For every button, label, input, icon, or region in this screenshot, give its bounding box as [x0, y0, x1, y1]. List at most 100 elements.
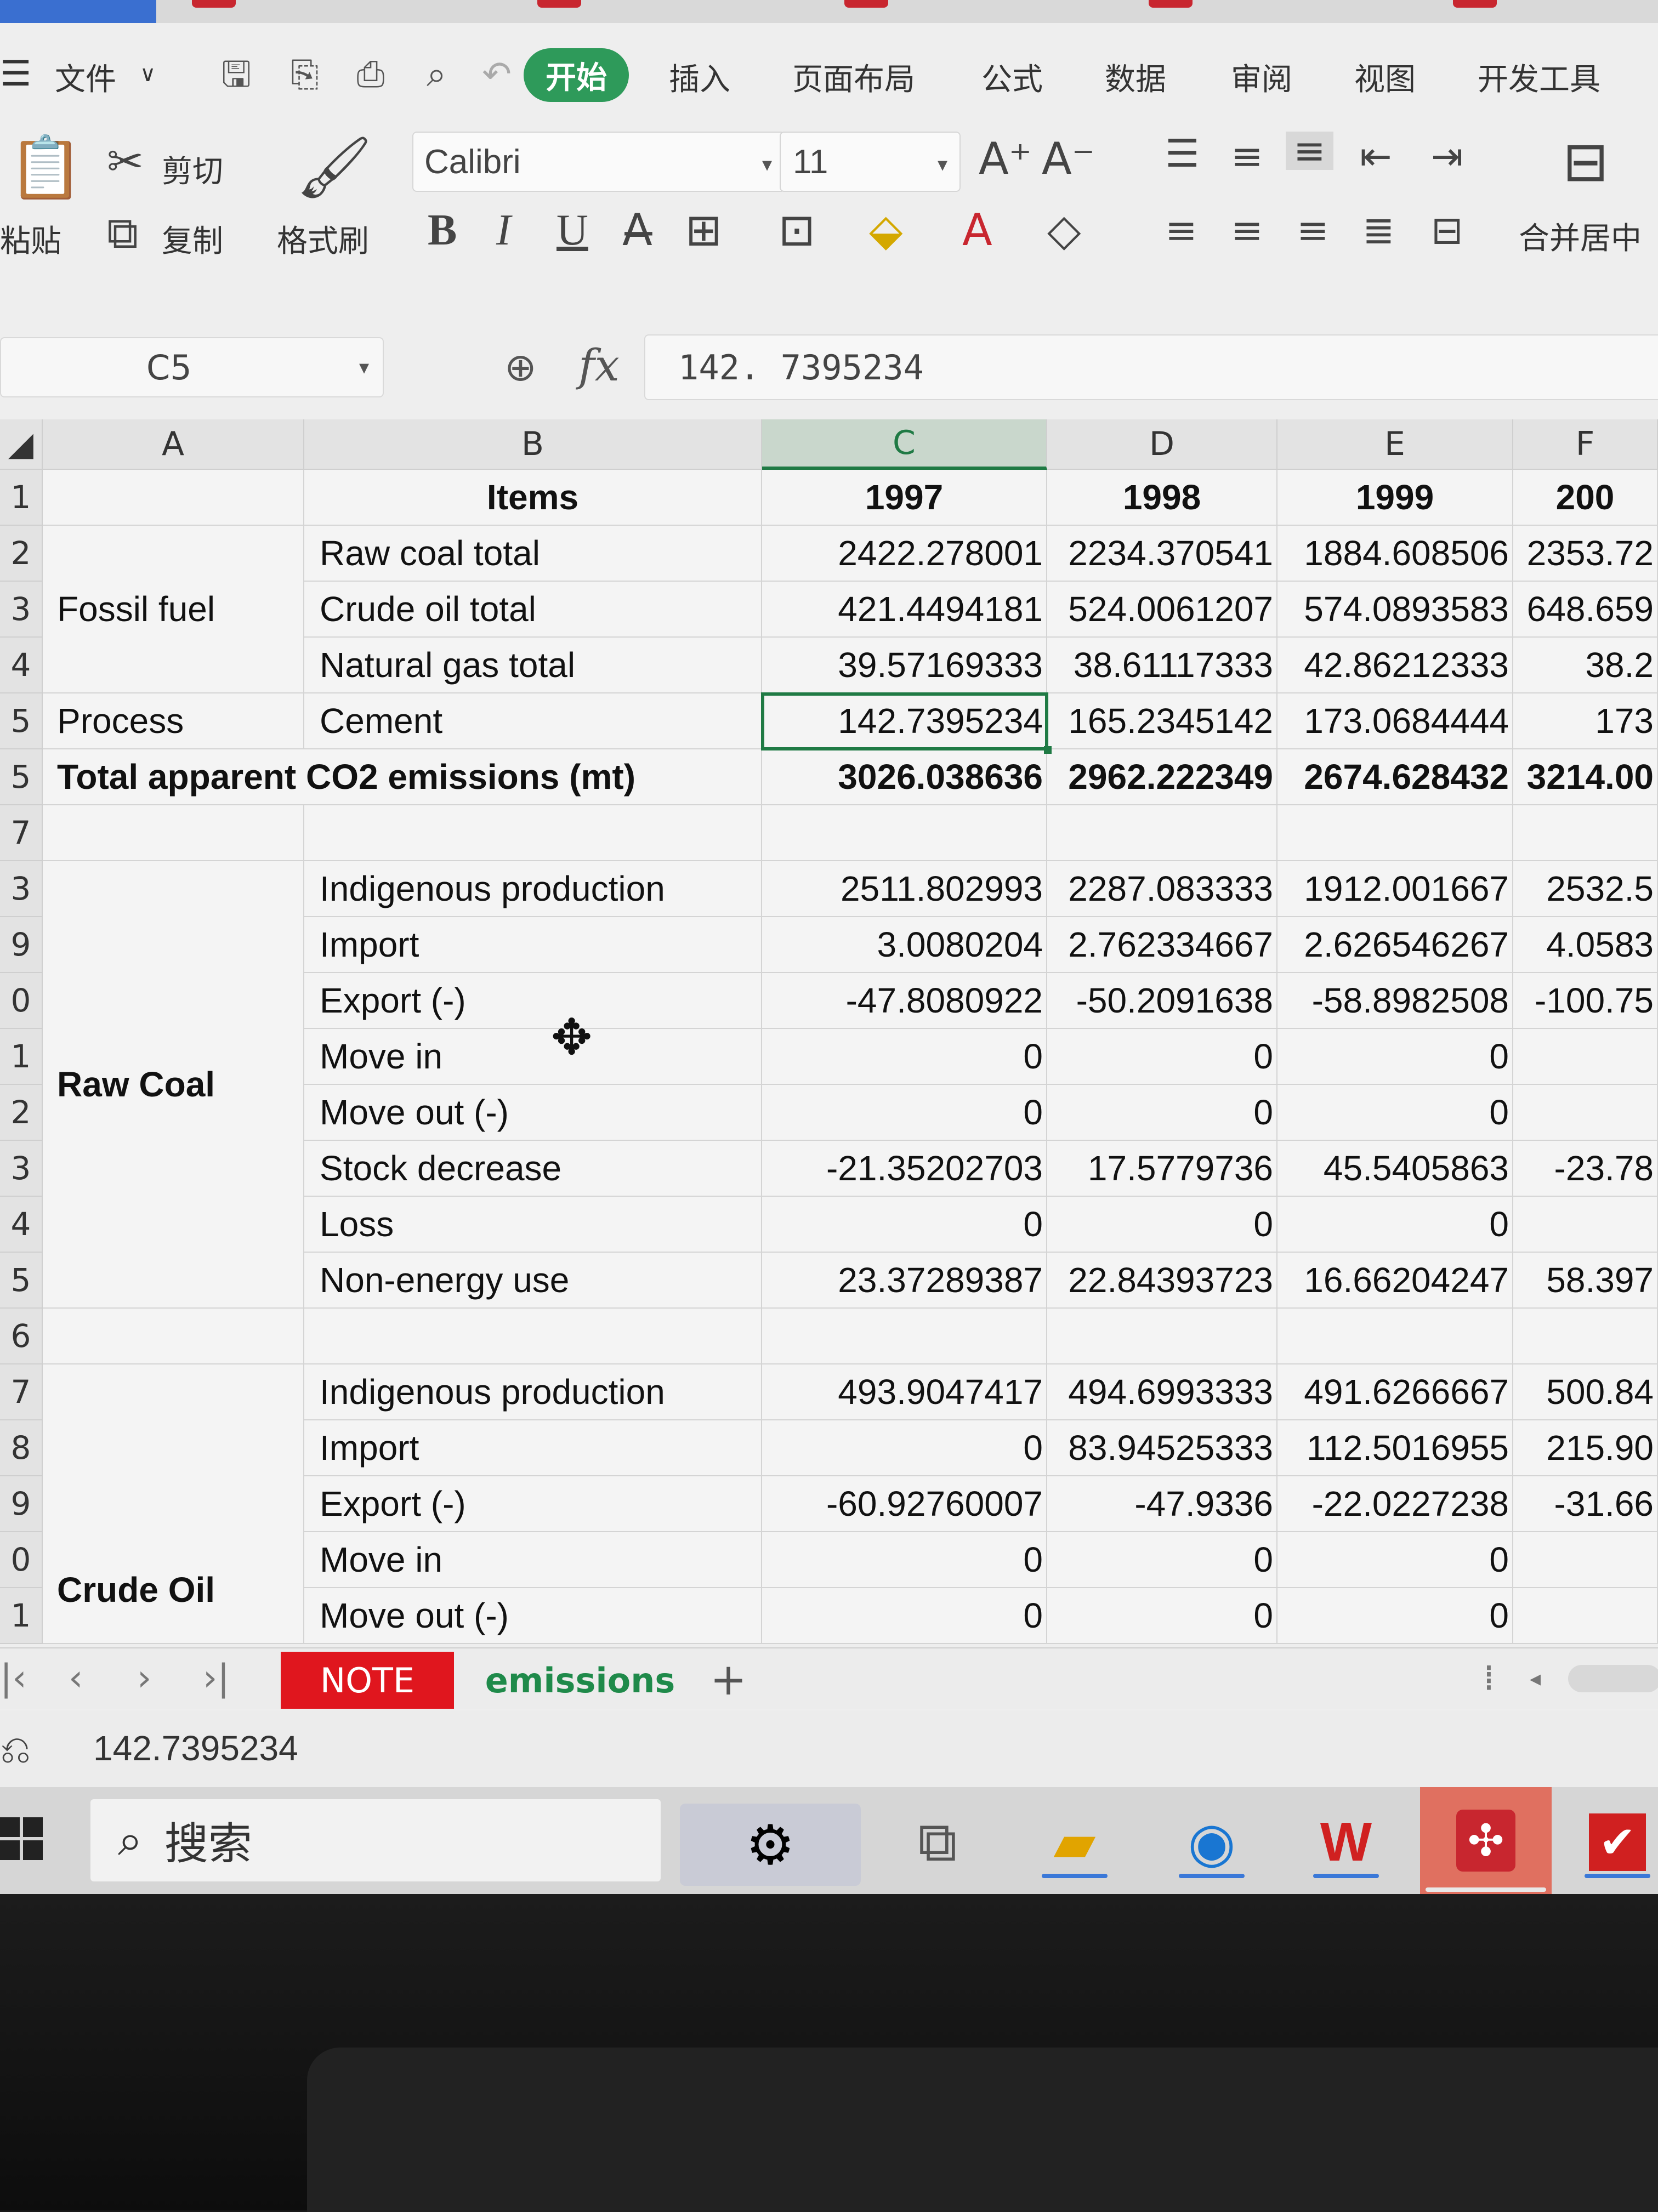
widget-icon[interactable]: ⚙ — [680, 1804, 861, 1886]
cell[interactable]: Loss — [304, 1197, 762, 1253]
cell[interactable]: 0 — [1277, 1029, 1513, 1085]
cell[interactable]: 524.0061207 — [1047, 582, 1277, 638]
format-painter-icon[interactable]: 🖌 — [296, 137, 373, 197]
cell[interactable]: 45.5405863 — [1277, 1141, 1513, 1197]
cell[interactable]: Move out (-) — [304, 1085, 762, 1141]
cell[interactable]: -23.78 — [1513, 1141, 1658, 1197]
cell[interactable]: 0 — [1047, 1029, 1277, 1085]
cell[interactable] — [1277, 805, 1513, 861]
export-icon[interactable]: ⎘ — [285, 55, 325, 94]
row-header[interactable]: 7 — [0, 1364, 43, 1420]
increase-indent-icon[interactable]: ⇥ — [1431, 137, 1463, 175]
cell[interactable]: 1912.001667 — [1277, 861, 1513, 917]
align-top-icon[interactable]: ☰ — [1165, 134, 1200, 173]
cell[interactable] — [1513, 1309, 1658, 1364]
year-header[interactable]: 1998 — [1047, 470, 1277, 526]
cell[interactable]: Cement — [304, 693, 762, 749]
cell[interactable]: 0 — [1047, 1532, 1277, 1588]
windows-start-icon[interactable] — [0, 1817, 44, 1861]
column-header-c[interactable]: C — [762, 419, 1047, 470]
row-header[interactable]: 2 — [0, 526, 43, 582]
fill-color-icon[interactable]: ⬙ — [869, 208, 903, 252]
name-box[interactable]: C5 — [0, 337, 384, 397]
cell[interactable]: Export (-) — [304, 1476, 762, 1532]
cell[interactable]: 0 — [1277, 1588, 1513, 1644]
cell[interactable]: 0 — [1047, 1588, 1277, 1644]
tab-formulas[interactable]: 公式 — [981, 55, 1043, 99]
cell[interactable]: 2962.222349 — [1047, 749, 1277, 805]
row-header[interactable]: 7 — [0, 805, 43, 861]
eraser-icon[interactable]: ◇ — [1047, 208, 1081, 252]
chevron-down-icon[interactable]: ▾ — [762, 153, 772, 176]
cell[interactable] — [1047, 805, 1277, 861]
wps-spreadsheet-icon[interactable]: ✣ — [1420, 1787, 1552, 1894]
row-header[interactable]: 0 — [0, 973, 43, 1029]
cut-button[interactable]: 剪切 — [162, 147, 223, 191]
todo-app-icon[interactable]: ✔ — [1579, 1804, 1656, 1880]
cell[interactable] — [1047, 1309, 1277, 1364]
cell[interactable] — [304, 805, 762, 861]
sheet-tab-emissions[interactable]: emissions — [476, 1652, 684, 1709]
align-middle-icon[interactable]: ≡ — [1231, 137, 1263, 175]
merge-center-button[interactable]: 合并居中 — [1519, 214, 1642, 258]
task-view-icon[interactable]: ⧉ — [899, 1804, 976, 1880]
cell[interactable]: -47.9336 — [1047, 1476, 1277, 1532]
cell[interactable]: 0 — [1277, 1085, 1513, 1141]
row-header[interactable]: 5 — [0, 749, 43, 805]
cell[interactable]: 215.90 — [1513, 1420, 1658, 1476]
group-fossil-fuel[interactable]: Fossil fuel — [43, 526, 304, 693]
cell[interactable] — [1513, 1029, 1658, 1085]
distributed-align-icon[interactable]: ⊟ — [1431, 211, 1463, 249]
cell[interactable]: 4.0583 — [1513, 917, 1658, 973]
cell[interactable]: 165.2345142 — [1047, 693, 1277, 749]
row-header[interactable]: 4 — [0, 1197, 43, 1253]
justify-icon[interactable]: ≣ — [1362, 211, 1395, 249]
cell[interactable]: Indigenous production — [304, 861, 762, 917]
cell-style-icon[interactable]: ⊡ — [779, 208, 815, 252]
copy-icon[interactable]: ⧉ — [107, 211, 138, 255]
strikethrough-icon[interactable]: A̶ — [622, 208, 652, 252]
cell[interactable]: 58.397 — [1513, 1253, 1658, 1309]
cell[interactable]: 38.2 — [1513, 638, 1658, 693]
column-header-d[interactable]: D — [1047, 419, 1277, 470]
tab-review[interactable]: 审阅 — [1231, 55, 1292, 99]
cell[interactable]: Export (-) — [304, 973, 762, 1029]
cell[interactable] — [304, 1309, 762, 1364]
align-center-icon[interactable]: ≡ — [1231, 211, 1263, 249]
chevron-down-icon[interactable]: ▾ — [359, 356, 369, 379]
tab-start[interactable]: 开始 — [524, 48, 629, 102]
cell[interactable]: Move out (-) — [304, 1588, 762, 1644]
row-header[interactable]: 9 — [0, 917, 43, 973]
cell[interactable]: 3.0080204 — [762, 917, 1047, 973]
row-header[interactable]: 1 — [0, 1588, 43, 1644]
scissors-icon[interactable]: ✂ — [107, 140, 144, 184]
row-header[interactable]: 3 — [0, 861, 43, 917]
column-header-a[interactable]: A — [43, 419, 304, 470]
cell[interactable] — [1513, 805, 1658, 861]
cell[interactable]: Crude oil total — [304, 582, 762, 638]
row-header[interactable]: 1 — [0, 1029, 43, 1085]
row-header[interactable]: 5 — [0, 693, 43, 749]
wps-office-icon[interactable]: W — [1308, 1804, 1384, 1880]
copy-button[interactable]: 复制 — [162, 217, 223, 261]
cell[interactable] — [1513, 1532, 1658, 1588]
cell[interactable]: 2511.802993 — [762, 861, 1047, 917]
save-icon[interactable]: 🖫 — [217, 55, 256, 94]
year-header[interactable]: 1999 — [1277, 470, 1513, 526]
active-cell-selection[interactable] — [761, 692, 1048, 750]
cell[interactable] — [762, 1309, 1047, 1364]
cell[interactable]: Non-energy use — [304, 1253, 762, 1309]
cell-a7[interactable] — [43, 805, 304, 861]
cell[interactable]: 2353.72 — [1513, 526, 1658, 582]
total-emissions-label[interactable]: Total apparent CO2 emissions (mt) — [43, 749, 762, 805]
tab-insert[interactable]: 插入 — [669, 55, 730, 99]
app-tab-indicator[interactable] — [844, 0, 888, 8]
row-header[interactable]: 1 — [0, 470, 43, 526]
taskbar-search[interactable]: ⌕ 搜索 — [90, 1799, 661, 1881]
cell[interactable]: 421.4494181 — [762, 582, 1047, 638]
cell[interactable]: -50.2091638 — [1047, 973, 1277, 1029]
row-header[interactable]: 2 — [0, 1085, 43, 1141]
cell[interactable]: 2.762334667 — [1047, 917, 1277, 973]
cell[interactable]: -22.0227238 — [1277, 1476, 1513, 1532]
cell[interactable]: Indigenous production — [304, 1364, 762, 1420]
